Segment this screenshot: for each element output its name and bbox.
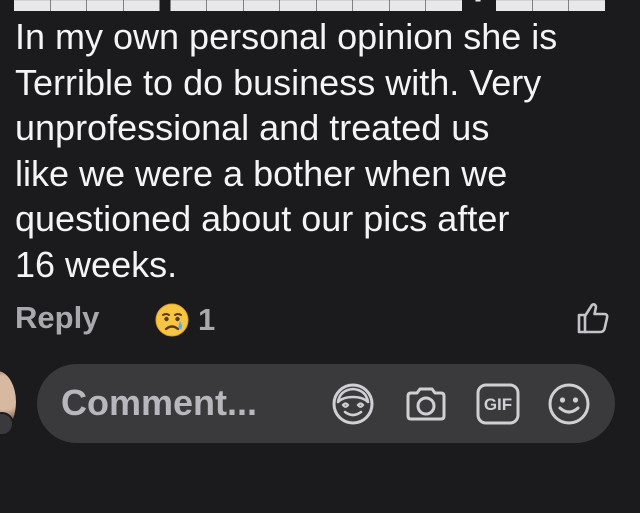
comment-line: like we were a bother when we: [15, 152, 508, 194]
reaction-count: 1: [198, 302, 216, 337]
reaction-summary[interactable]: 1: [154, 302, 215, 338]
comment-composer: GIF: [37, 364, 615, 443]
comment-line: questioned about our pics after: [15, 198, 510, 240]
reply-button[interactable]: Reply: [15, 300, 99, 336]
comment-input[interactable]: [61, 382, 311, 424]
comment-line: In my own personal opinion she is: [15, 16, 558, 57]
gif-icon[interactable]: GIF: [475, 381, 521, 427]
comment-actions: Reply 1: [0, 296, 640, 346]
comment-line: unprofessional and treated us: [15, 107, 490, 149]
smiley-icon[interactable]: [546, 381, 592, 427]
comment-line: Terrible to do business with. Very: [15, 61, 542, 103]
camera-icon[interactable]: [403, 381, 449, 427]
comment-line: 16 weeks.: [15, 243, 178, 285]
thumbs-up-outline-icon[interactable]: [575, 300, 611, 336]
avatar-sticker-icon[interactable]: [330, 381, 376, 427]
comment-body: In my own personal opinion she is Terrib…: [15, 14, 630, 288]
gif-label: GIF: [484, 395, 512, 414]
crying-face-emoji-icon: [155, 303, 189, 337]
